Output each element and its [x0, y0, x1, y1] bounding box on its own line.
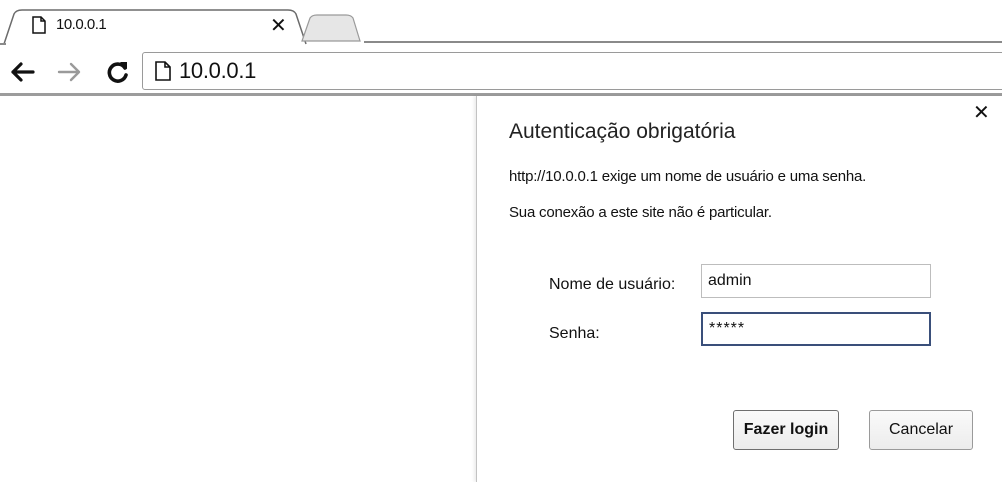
forward-arrow-icon[interactable] — [56, 58, 84, 86]
address-text: 10.0.0.1 — [179, 58, 257, 83]
page-icon — [32, 16, 46, 34]
back-arrow-icon[interactable] — [8, 58, 36, 86]
dialog-message-line2: Sua conexão a este site não é particular… — [509, 204, 772, 221]
password-label: Senha: — [549, 325, 600, 342]
username-field[interactable] — [701, 264, 931, 298]
address-bar[interactable]: 10.0.0.1 — [142, 52, 1002, 90]
username-label: Nome de usuário: — [549, 276, 676, 293]
auth-dialog: ✕ Autenticação obrigatória http://10.0.0… — [476, 96, 1002, 482]
new-tab-icon[interactable] — [300, 14, 362, 42]
close-icon[interactable]: ✕ — [270, 13, 287, 38]
cancel-button[interactable]: Cancelar — [869, 410, 973, 450]
password-field[interactable] — [701, 312, 931, 346]
tab-active[interactable]: 10.0.0.1 ✕ — [26, 12, 296, 42]
close-icon[interactable]: ✕ — [973, 100, 990, 125]
dialog-title: Autenticação obrigatória — [509, 120, 736, 143]
reload-icon[interactable] — [104, 58, 132, 86]
tab-strip: 10.0.0.1 ✕ — [0, 0, 1002, 46]
page-content: ✕ Autenticação obrigatória http://10.0.0… — [0, 96, 1002, 482]
tab-title: 10.0.0.1 — [56, 16, 107, 33]
login-button[interactable]: Fazer login — [733, 410, 839, 450]
dialog-message-line1: http://10.0.0.1 exige um nome de usuário… — [509, 168, 867, 185]
toolbar: 10.0.0.1 — [0, 46, 1002, 96]
page-icon — [155, 61, 171, 81]
